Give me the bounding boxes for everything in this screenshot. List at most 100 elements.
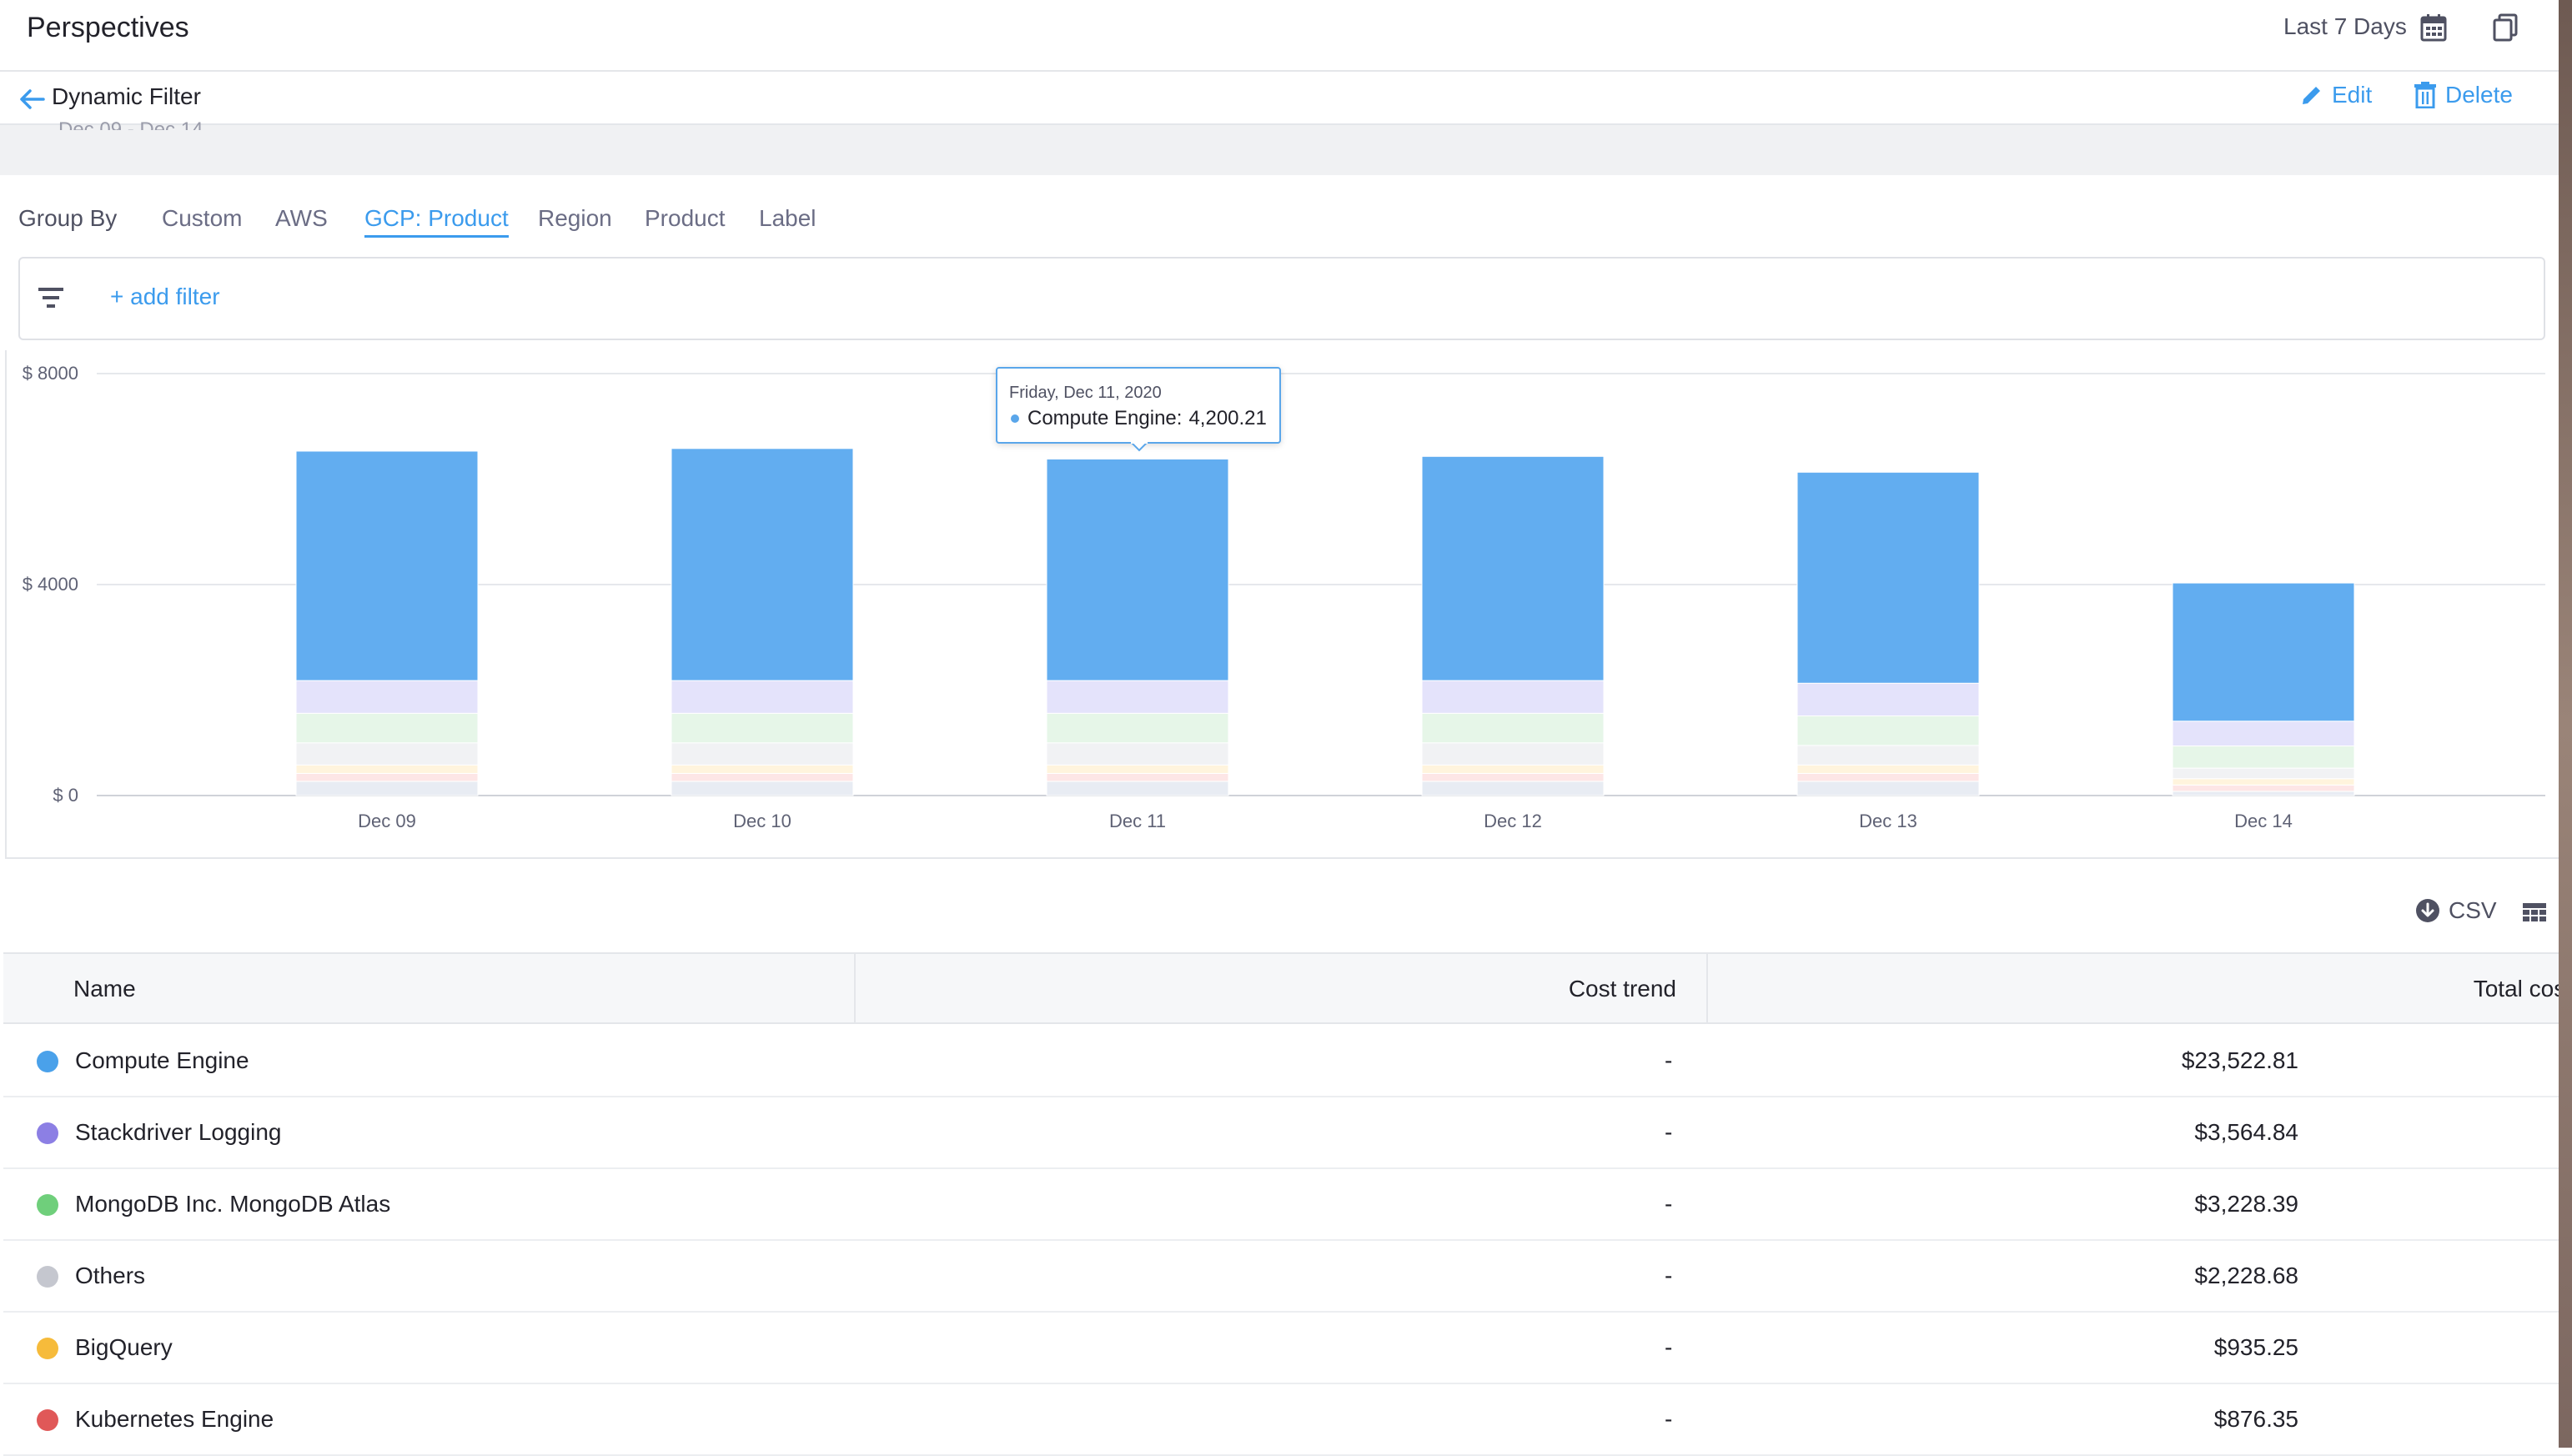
back-arrow-icon[interactable]	[18, 87, 45, 112]
bar-segment[interactable]	[2172, 746, 2355, 769]
bar-segment[interactable]	[671, 764, 854, 774]
y-tick-label: $ 0	[53, 785, 78, 806]
bar-segment[interactable]	[671, 448, 854, 681]
bar-segment[interactable]	[295, 450, 479, 681]
tab-region[interactable]: Region	[538, 205, 612, 232]
bar-segment[interactable]	[2172, 767, 2355, 780]
bar-segment[interactable]	[2172, 720, 2355, 747]
row-name: Others	[75, 1263, 146, 1288]
download-icon	[2416, 899, 2439, 922]
row-total-cost: $2,228.68	[2194, 1263, 2298, 1288]
bar-segment[interactable]	[1796, 781, 1980, 796]
tooltip-date: Friday, Dec 11, 2020	[1009, 384, 1162, 402]
bar-segment[interactable]	[295, 712, 479, 744]
bar-segment[interactable]	[1046, 742, 1229, 766]
tooltip-series-row: Compute Engine: 4,200.21	[1011, 407, 1267, 430]
bar-segment[interactable]	[1421, 680, 1605, 714]
bar-segment[interactable]	[295, 781, 479, 796]
series-color-dot	[37, 1122, 58, 1144]
csv-label: CSV	[2449, 897, 2497, 923]
bar-segment[interactable]	[1796, 715, 1980, 746]
bar-segment[interactable]	[2172, 791, 2355, 796]
series-color-dot	[37, 1051, 58, 1072]
row-name: Stackdriver Logging	[75, 1119, 282, 1145]
x-tick-label: Dec 10	[733, 811, 791, 831]
tab-aws[interactable]: AWS	[275, 205, 328, 232]
bar-segment[interactable]	[671, 712, 854, 744]
column-header-cost-trend[interactable]: Cost trend	[1418, 976, 1676, 1002]
filter-icon[interactable]	[37, 285, 65, 310]
row-cost-trend: -	[1665, 1047, 1673, 1073]
sub-header	[0, 73, 2559, 125]
csv-download-button[interactable]: CSV	[2415, 897, 2497, 924]
bar-segment[interactable]	[1046, 781, 1229, 796]
date-range-picker[interactable]: Last 7 Days	[2283, 13, 2407, 40]
bar-segment[interactable]	[671, 781, 854, 796]
tab-gcp-product[interactable]: GCP: Product	[364, 205, 509, 238]
add-filter-button[interactable]: + add filter	[110, 284, 220, 310]
bar-segment[interactable]	[295, 742, 479, 766]
row-cost-trend: -	[1665, 1191, 1673, 1217]
column-header-name[interactable]: Name	[73, 976, 136, 1002]
bar-segment[interactable]	[1421, 772, 1605, 782]
bar-segment[interactable]	[295, 764, 479, 774]
table-header	[3, 952, 2572, 1024]
series-color-dot	[37, 1266, 58, 1288]
row-total-cost: $876.35	[2213, 1406, 2298, 1432]
bar-segment[interactable]	[1046, 680, 1229, 714]
tab-label[interactable]: Label	[759, 205, 816, 232]
x-tick-label: Dec 14	[2234, 811, 2293, 831]
top-header	[0, 0, 2559, 72]
bar-segment[interactable]	[671, 772, 854, 782]
summary-band	[0, 125, 2559, 175]
column-divider	[1706, 954, 1708, 1022]
bar-segment[interactable]	[1046, 764, 1229, 774]
tooltip-series-dot	[1011, 414, 1019, 423]
x-tick-label: Dec 12	[1484, 811, 1542, 831]
group-by-label: Group By	[18, 205, 118, 231]
bar-segment[interactable]	[1796, 764, 1980, 774]
bar-segment[interactable]	[1796, 772, 1980, 782]
filter-bar	[18, 257, 2545, 340]
bar-segment[interactable]	[1796, 745, 1980, 766]
bar-segment[interactable]	[1046, 458, 1229, 681]
bar-segment[interactable]	[1796, 471, 1980, 684]
trash-icon	[2414, 82, 2436, 108]
tab-custom[interactable]: Custom	[162, 205, 242, 232]
bar-segment[interactable]	[1046, 712, 1229, 744]
bar-segment[interactable]	[2172, 582, 2355, 722]
edit-label: Edit	[2332, 82, 2373, 108]
bar-segment[interactable]	[2172, 784, 2355, 792]
calendar-icon[interactable]	[2420, 13, 2447, 42]
row-cost-trend: -	[1665, 1406, 1673, 1432]
cost-bar-chart: $ 8000 $ 4000 $ 0 Dec 09 Dec 10 Dec 11 Dec 12 D…	[23, 363, 2545, 831]
bar-segment[interactable]	[1421, 712, 1605, 744]
tab-product[interactable]: Product	[645, 205, 726, 232]
bar-segment[interactable]	[295, 680, 479, 714]
bar-segment[interactable]	[1421, 781, 1605, 796]
tooltip-series-value: 4,200.21	[1188, 407, 1267, 429]
bar-segment[interactable]	[295, 772, 479, 782]
x-tick-label: Dec 11	[1109, 811, 1166, 831]
delete-button[interactable]: Delete	[2414, 82, 2513, 108]
perspective-name[interactable]: Dynamic Filter	[52, 83, 201, 110]
bar-segment[interactable]	[1421, 764, 1605, 774]
row-total-cost: $3,228.39	[2194, 1191, 2298, 1217]
window-edge	[2559, 0, 2572, 1448]
bar-segment[interactable]	[671, 680, 854, 714]
bar-segment[interactable]	[2172, 778, 2355, 786]
edit-button[interactable]: Edit	[2300, 82, 2372, 108]
bar-segment[interactable]	[1421, 742, 1605, 766]
row-total-cost: $3,564.84	[2194, 1119, 2298, 1145]
bar-segment[interactable]	[1796, 682, 1980, 716]
bar-segment[interactable]	[671, 742, 854, 766]
copy-icon[interactable]	[2492, 13, 2519, 42]
row-name: Kubernetes Engine	[75, 1406, 274, 1432]
column-settings-icon[interactable]	[2522, 902, 2547, 922]
total-cost-label: Total cost	[2473, 976, 2572, 1002]
column-divider	[854, 954, 856, 1022]
row-cost-trend: -	[1665, 1263, 1673, 1288]
bar-segment[interactable]	[1421, 455, 1605, 681]
row-name: Compute Engine	[75, 1047, 249, 1073]
bar-segment[interactable]	[1046, 772, 1229, 782]
